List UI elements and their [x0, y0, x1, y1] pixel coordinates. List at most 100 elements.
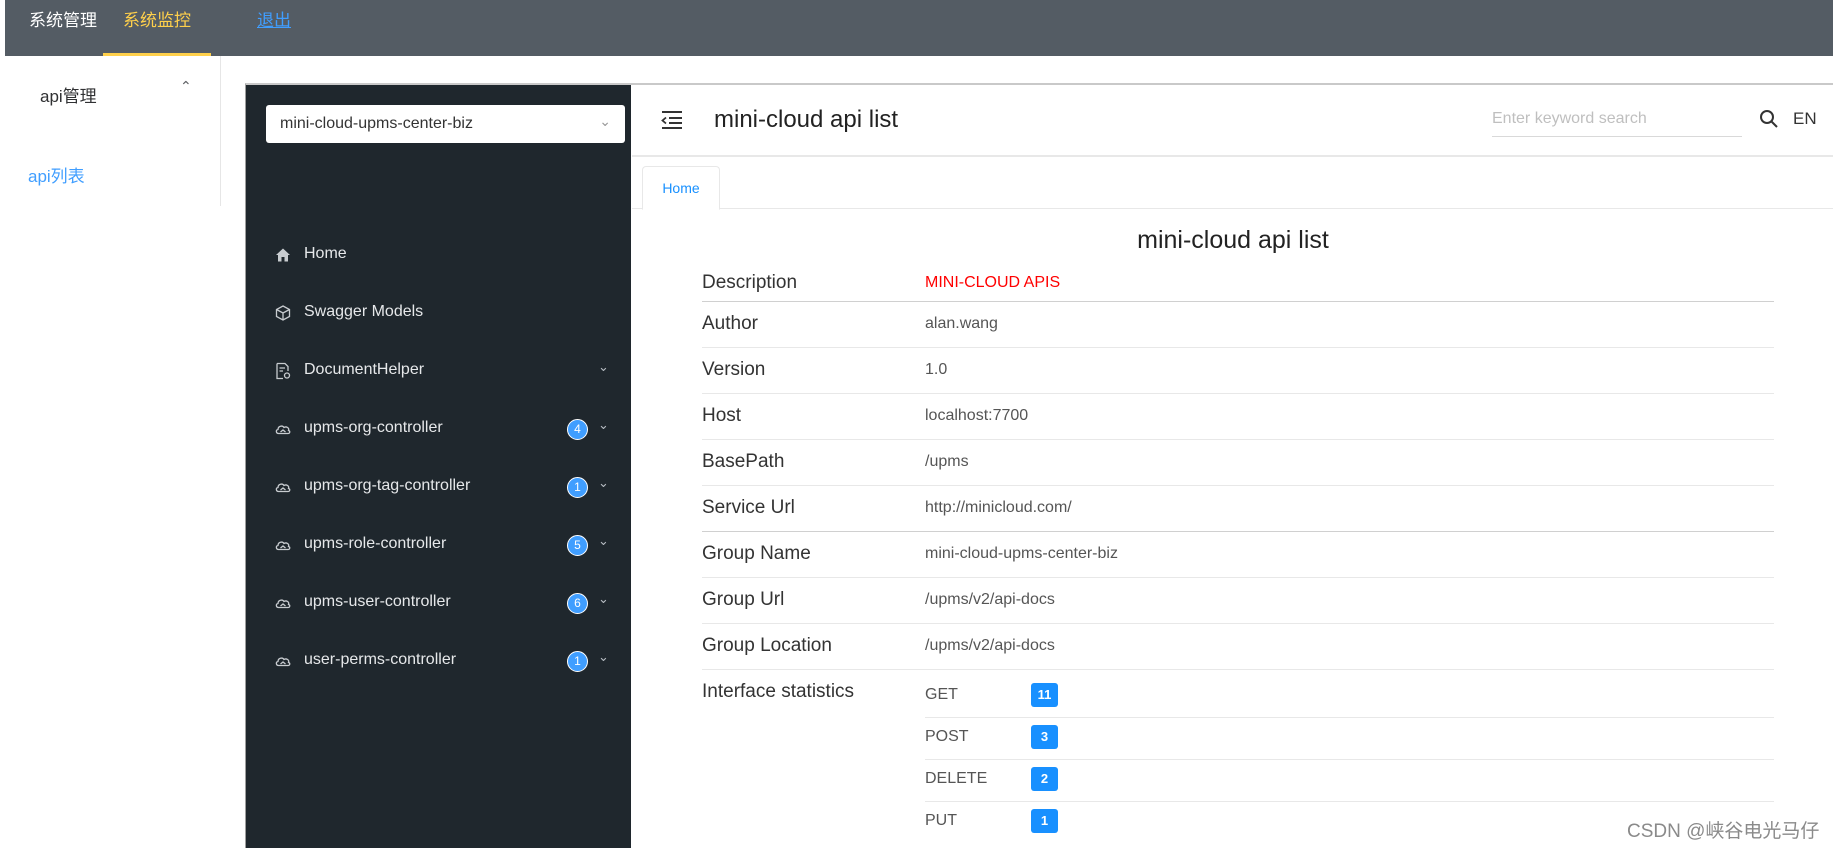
sidebar-item-label: upms-role-controller: [304, 535, 447, 552]
tab-home[interactable]: Home: [642, 166, 720, 210]
sidebar-group-api-management[interactable]: api管理: [40, 82, 97, 107]
info-row: Version 1.0: [702, 348, 1774, 394]
cloud-icon: [275, 599, 291, 609]
chevron-down-icon: ⌄: [598, 591, 609, 606]
info-value: /upms/v2/api-docs: [925, 591, 1055, 608]
count-badge: 1: [567, 651, 588, 672]
stat-count-badge: 1: [1031, 809, 1058, 833]
info-row: Author alan.wang: [702, 302, 1774, 348]
search-box: [1492, 103, 1742, 137]
chevron-down-icon: ⌄: [598, 533, 609, 548]
nav-logout-link[interactable]: 退出: [257, 0, 291, 56]
sidebar-item-label: user-perms-controller: [304, 651, 457, 668]
stat-count-badge: 11: [1031, 683, 1058, 707]
info-value: mini-cloud-upms-center-biz: [925, 545, 1118, 562]
search-input[interactable]: [1492, 103, 1732, 135]
info-row: BasePath /upms: [702, 440, 1774, 486]
stat-method: PUT: [925, 812, 957, 829]
group-select[interactable]: mini-cloud-upms-center-biz ⌄: [266, 105, 625, 143]
info-key: Interface statistics: [702, 681, 855, 702]
sidebar-item-label: Home: [304, 245, 347, 262]
sidebar-item-document-helper[interactable]: DocumentHelper ⌄: [246, 351, 631, 391]
chevron-down-icon: ⌄: [598, 475, 609, 490]
cube-icon: [275, 305, 291, 321]
stat-method: GET: [925, 686, 958, 703]
info-table: Description MINI-CLOUD APIS Author alan.…: [702, 262, 1774, 850]
info-row: Description MINI-CLOUD APIS: [702, 262, 1774, 302]
sidebar-item-user-perms-controller[interactable]: user-perms-controller 1 ⌄: [246, 641, 631, 681]
cloud-icon: [275, 541, 291, 551]
info-key: Author: [702, 313, 758, 334]
info-row: Service Url http://minicloud.com/: [702, 486, 1774, 532]
chevron-down-icon: ⌄: [599, 113, 611, 129]
sidebar-item-label: upms-org-controller: [304, 419, 443, 436]
doc-sidebar: mini-cloud-upms-center-biz ⌄ Home Swagge…: [246, 85, 631, 848]
info-row: Group Url /upms/v2/api-docs: [702, 578, 1774, 624]
info-value: /upms/v2/api-docs: [925, 637, 1055, 654]
info-key: Version: [702, 359, 766, 380]
stat-row: DELETE 2: [925, 760, 1774, 802]
chevron-down-icon: ⌄: [598, 417, 609, 432]
api-doc-frame: mini-cloud-upms-center-biz ⌄ Home Swagge…: [245, 83, 1833, 848]
sidebar-item-upms-role-controller[interactable]: upms-role-controller 5 ⌄: [246, 525, 631, 565]
sidebar-item-label: Swagger Models: [304, 303, 424, 320]
info-value: 1.0: [925, 361, 948, 378]
chevron-down-icon: ⌄: [598, 359, 609, 374]
sidebar-item-upms-user-controller[interactable]: upms-user-controller 6 ⌄: [246, 583, 631, 623]
stat-method: POST: [925, 728, 969, 745]
sidebar-item-home[interactable]: Home: [246, 235, 631, 275]
info-key: Group Location: [702, 635, 832, 656]
sidebar-item-upms-org-tag-controller[interactable]: upms-org-tag-controller 1 ⌄: [246, 467, 631, 507]
info-value: http://minicloud.com/: [925, 499, 1072, 516]
app-sidebar: api管理 ⌃ api列表: [0, 56, 221, 206]
stat-row: POST 3: [925, 718, 1774, 760]
info-value: alan.wang: [925, 315, 998, 332]
info-key: Group Name: [702, 543, 811, 564]
nav-system-management[interactable]: 系统管理: [29, 0, 97, 56]
stat-count-badge: 2: [1031, 767, 1058, 791]
info-value: MINI-CLOUD APIS: [925, 274, 1061, 291]
sidebar-item-label: DocumentHelper: [304, 361, 425, 378]
info-row: Host localhost:7700: [702, 394, 1774, 440]
info-row-stats: Interface statistics GET 11 POST 3 DELET…: [702, 670, 1774, 850]
count-badge: 1: [567, 477, 588, 498]
cloud-icon: [275, 483, 291, 493]
group-select-value: mini-cloud-upms-center-biz: [280, 115, 473, 132]
count-badge: 4: [567, 419, 588, 440]
cloud-icon: [275, 657, 291, 667]
sidebar-item-label: upms-user-controller: [304, 593, 451, 610]
search-icon[interactable]: [1759, 109, 1779, 129]
info-row: Group Location /upms/v2/api-docs: [702, 624, 1774, 670]
info-value: localhost:7700: [925, 407, 1029, 424]
doc-title: mini-cloud api list: [1137, 226, 1329, 254]
sidebar-item-upms-org-controller[interactable]: upms-org-controller 4 ⌄: [246, 409, 631, 449]
info-key: Host: [702, 405, 742, 426]
top-nav: 系统管理 系统监控 退出: [5, 0, 1833, 56]
watermark: CSDN @峡谷电光马仔: [1627, 821, 1820, 842]
tab-bar: Home: [632, 159, 1833, 210]
chevron-up-icon[interactable]: ⌃: [180, 78, 192, 95]
sidebar-item-label: upms-org-tag-controller: [304, 477, 471, 494]
info-key: BasePath: [702, 451, 785, 472]
sidebar-item-api-list[interactable]: api列表: [28, 162, 85, 187]
document-settings-icon: [276, 362, 291, 380]
chevron-down-icon: ⌄: [598, 649, 609, 664]
count-badge: 5: [567, 535, 588, 556]
info-key: Description: [702, 272, 798, 293]
doc-content: mini-cloud api list Description MINI-CLO…: [632, 210, 1833, 850]
count-badge: 6: [567, 593, 588, 614]
info-value: /upms: [925, 453, 969, 470]
home-icon: [276, 248, 290, 262]
info-key: Service Url: [702, 497, 795, 518]
nav-system-monitor[interactable]: 系统监控: [103, 0, 211, 56]
page-title: mini-cloud api list: [714, 106, 899, 133]
stat-method: DELETE: [925, 770, 988, 787]
cloud-icon: [275, 425, 291, 435]
stat-count-badge: 3: [1031, 725, 1058, 749]
sidebar-item-swagger-models[interactable]: Swagger Models: [246, 293, 631, 333]
menu-collapse-icon[interactable]: [660, 109, 684, 131]
info-key: Group Url: [702, 589, 785, 610]
stat-row: GET 11: [925, 676, 1774, 718]
language-switch[interactable]: EN: [1793, 109, 1817, 129]
info-row: Group Name mini-cloud-upms-center-biz: [702, 532, 1774, 578]
